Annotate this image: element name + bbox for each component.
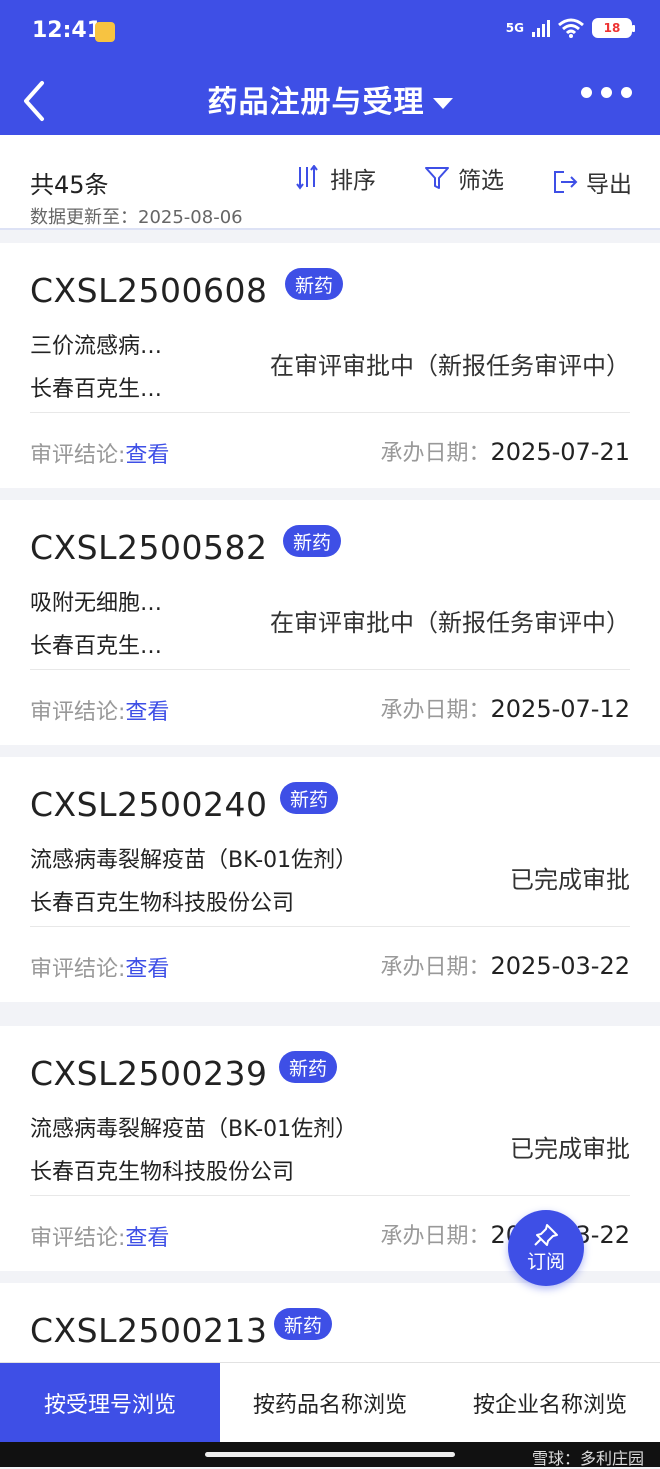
date-label: 承办日期： [380, 1224, 491, 1249]
handling-date: 承办日期：2025-03-22 [381, 1218, 631, 1250]
result-count: 共45条 [30, 171, 109, 199]
review-conclusion: 审评结论:查看 [30, 437, 169, 469]
home-indicator[interactable] [205, 1452, 455, 1457]
date-value: 2025-07-21 [490, 438, 630, 466]
subscribe-button[interactable]: 订阅 [508, 1210, 584, 1286]
sort-button[interactable]: 排序 [296, 161, 376, 195]
app-notification-icon [95, 22, 115, 42]
new-drug-badge: 新药 [274, 1308, 333, 1340]
divider [30, 669, 630, 670]
status-bar: 12:41 5G 18 [0, 0, 660, 65]
date-label: 承办日期： [380, 955, 491, 980]
acceptance-number: CXSL2500239 [30, 1054, 268, 1093]
company-name: 长春百克生物科技股份公司 [30, 1160, 295, 1185]
more-dot-icon [581, 87, 592, 98]
conclusion-label: 审评结论: [30, 1226, 126, 1251]
conclusion-label: 审评结论: [30, 957, 126, 982]
tab-by-acceptance-number[interactable]: 按受理号浏览 [0, 1363, 220, 1442]
list-toolbar: 共45条 数据更新至：2025-08-06 排序 筛选 导出 [0, 135, 660, 230]
drug-name: 流感病毒裂解疫苗（BK-01佐剂） [30, 1117, 358, 1142]
pin-icon [534, 1223, 558, 1246]
handling-date: 承办日期：2025-03-22 [381, 949, 631, 981]
date-value: 2025-07-12 [490, 695, 630, 723]
export-label: 导出 [586, 172, 632, 198]
review-conclusion: 审评结论:查看 [30, 694, 169, 726]
view-conclusion-link[interactable]: 查看 [125, 700, 169, 725]
tab-by-company-name[interactable]: 按企业名称浏览 [440, 1363, 660, 1442]
review-conclusion: 审评结论:查看 [30, 951, 169, 983]
more-dot-icon [601, 87, 612, 98]
conclusion-label: 审评结论: [30, 443, 126, 468]
watermark: 雪球：多利庄园 [531, 1449, 644, 1468]
drug-name: 流感病毒裂解疫苗（BK-01佐剂） [30, 848, 358, 873]
conclusion-label: 审评结论: [30, 700, 126, 725]
wifi-icon [558, 18, 584, 38]
page-title-dropdown[interactable]: 药品注册与受理 [0, 77, 660, 121]
review-status: 已完成审批 [510, 1135, 630, 1163]
more-button[interactable] [581, 87, 632, 98]
gesture-area: 雪球：多利庄园 [0, 1442, 660, 1468]
caret-down-icon [432, 98, 453, 109]
new-drug-badge: 新药 [285, 268, 344, 300]
date-label: 承办日期： [380, 441, 491, 466]
review-status: 在审评审批中（新报任务审评中） [270, 352, 630, 380]
view-conclusion-link[interactable]: 查看 [125, 957, 169, 982]
date-label: 承办日期： [380, 698, 491, 723]
drug-name: 三价流感病… [30, 334, 163, 359]
company-name: 长春百克生… [30, 634, 163, 659]
list-item[interactable]: CXSL2500240 新药 流感病毒裂解疫苗（BK-01佐剂） 长春百克生物科… [0, 757, 660, 1002]
company-name: 长春百克生… [30, 377, 163, 402]
signal-icon [532, 19, 550, 37]
browse-tabs: 按受理号浏览 按药品名称浏览 按企业名称浏览 [0, 1362, 660, 1442]
new-drug-badge: 新药 [279, 1051, 338, 1083]
handling-date: 承办日期：2025-07-12 [381, 692, 631, 724]
list-item[interactable]: CXSL2500608 新药 三价流感病… 长春百克生… 在审评审批中（新报任务… [0, 243, 660, 488]
new-drug-badge: 新药 [280, 782, 339, 814]
export-button[interactable]: 导出 [552, 165, 632, 199]
review-status: 已完成审批 [510, 866, 630, 894]
date-value: 2025-03-22 [490, 952, 630, 980]
handling-date: 承办日期：2025-07-21 [381, 435, 631, 467]
divider [30, 926, 630, 927]
sort-icon [296, 165, 318, 190]
acceptance-number: CXSL2500213 [30, 1311, 268, 1350]
subscribe-label: 订阅 [526, 1250, 565, 1273]
acceptance-number: CXSL2500582 [30, 528, 268, 567]
view-conclusion-link[interactable]: 查看 [125, 1226, 169, 1251]
export-icon [554, 171, 578, 193]
list-item[interactable]: CXSL2500213 新药 [0, 1283, 660, 1362]
list-item[interactable]: CXSL2500582 新药 吸附无细胞… 长春百克生… 在审评审批中（新报任务… [0, 500, 660, 745]
divider [30, 412, 630, 413]
view-conclusion-link[interactable]: 查看 [125, 443, 169, 468]
data-updated-text: 数据更新至：2025-08-06 [30, 207, 243, 228]
filter-button[interactable]: 筛选 [424, 161, 504, 195]
network-label: 5G [505, 21, 524, 35]
page-title: 药品注册与受理 [207, 85, 425, 120]
tab-by-drug-name[interactable]: 按药品名称浏览 [220, 1363, 440, 1442]
more-dot-icon [621, 87, 632, 98]
status-time: 12:41 [32, 18, 103, 43]
company-name: 长春百克生物科技股份公司 [30, 891, 295, 916]
drug-name: 吸附无细胞… [30, 591, 163, 616]
status-right-group: 5G 18 [505, 18, 635, 38]
new-drug-badge: 新药 [283, 525, 342, 557]
filter-icon [425, 167, 449, 189]
review-conclusion: 审评结论:查看 [30, 1220, 169, 1252]
acceptance-number: CXSL2500240 [30, 785, 268, 824]
review-status: 在审评审批中（新报任务审评中） [270, 609, 630, 637]
divider [30, 1195, 630, 1196]
sort-label: 排序 [330, 168, 376, 194]
battery-icon: 18 [592, 18, 635, 38]
nav-bar: 药品注册与受理 [0, 65, 660, 135]
acceptance-number: CXSL2500608 [30, 271, 268, 310]
filter-label: 筛选 [458, 168, 504, 194]
